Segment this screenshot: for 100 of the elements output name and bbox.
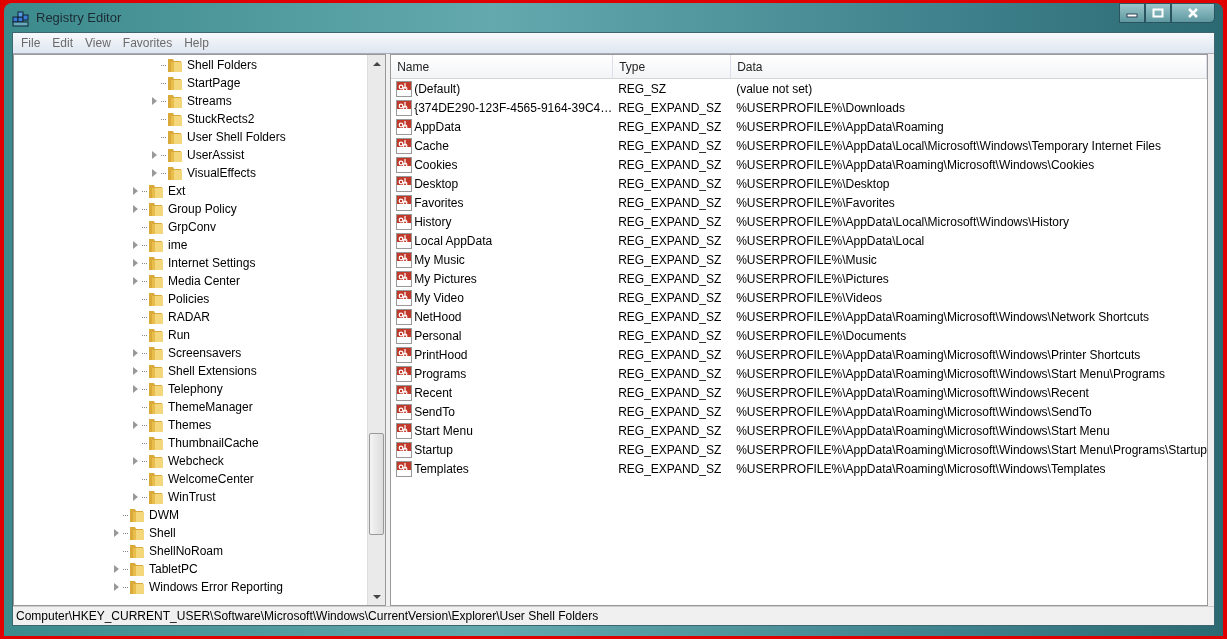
value-name[interactable]: Startup (414, 442, 453, 457)
tree-item[interactable]: Group Policy (167, 202, 238, 216)
tree-item[interactable]: WelcomeCenter (167, 472, 255, 486)
folder-icon (167, 75, 183, 91)
expand-arrow-icon[interactable] (133, 457, 138, 465)
expand-arrow-icon[interactable] (152, 169, 157, 177)
menu-item[interactable]: View (79, 36, 117, 50)
tree-item[interactable]: Shell Folders (186, 58, 259, 72)
tree-item[interactable]: Telephony (167, 382, 224, 396)
tree-item[interactable]: User Shell Folders (186, 130, 287, 144)
column-header[interactable]: Type (613, 55, 732, 78)
string-value-icon (396, 194, 413, 211)
value-name[interactable]: NetHood (414, 309, 462, 324)
expand-arrow-icon[interactable] (114, 583, 119, 591)
expand-arrow-icon[interactable] (114, 529, 119, 537)
string-value-icon (396, 175, 413, 192)
tree-item[interactable]: ime (167, 238, 189, 252)
value-name[interactable]: (Default) (414, 81, 461, 96)
folder-icon (148, 381, 164, 397)
value-name[interactable]: AppData (414, 119, 461, 134)
value-type: REG_EXPAND_SZ (618, 176, 722, 191)
folder-icon (129, 525, 145, 541)
expand-arrow-icon[interactable] (114, 565, 119, 573)
tree-item[interactable]: Media Center (167, 274, 242, 288)
string-value-icon (396, 118, 413, 135)
value-name[interactable]: Personal (414, 328, 462, 343)
tree-item[interactable]: ThemeManager (167, 400, 254, 414)
folder-icon (148, 183, 164, 199)
value-type: REG_EXPAND_SZ (618, 157, 722, 172)
value-type: REG_EXPAND_SZ (618, 100, 722, 115)
menu-item[interactable]: Help (178, 36, 215, 50)
value-name[interactable]: Cache (414, 138, 449, 153)
value-name[interactable]: Local AppData (414, 233, 493, 248)
expand-arrow-icon[interactable] (133, 367, 138, 375)
tree-item[interactable]: GrpConv (167, 220, 218, 234)
value-name[interactable]: My Pictures (414, 271, 477, 286)
tree-item[interactable]: Run (167, 328, 191, 342)
tree-item[interactable]: Ext (167, 184, 187, 198)
tree-item[interactable]: Webcheck (167, 454, 225, 468)
value-name[interactable]: History (414, 214, 452, 229)
column-header[interactable]: Name (391, 55, 614, 78)
value-data: %USERPROFILE%\AppData\Roaming\Microsoft\Windows\Network Shortcuts (736, 309, 1149, 324)
expand-arrow-icon[interactable] (133, 205, 138, 213)
tree-item[interactable]: StartPage (186, 76, 242, 90)
value-type: REG_EXPAND_SZ (618, 347, 722, 362)
expand-arrow-icon[interactable] (133, 187, 138, 195)
tree-item[interactable]: Themes (167, 418, 213, 432)
value-name[interactable]: Programs (414, 366, 467, 381)
tree-item[interactable]: Shell (148, 526, 177, 540)
value-name[interactable]: PrintHood (414, 347, 468, 362)
tree-item[interactable]: VisualEffects (186, 166, 257, 180)
value-name[interactable]: Desktop (414, 176, 459, 191)
tree-item[interactable]: Streams (186, 94, 233, 108)
expand-arrow-icon[interactable] (152, 97, 157, 105)
tree-item[interactable]: Screensavers (167, 346, 243, 360)
string-value-icon (396, 403, 413, 420)
expand-arrow-icon[interactable] (133, 421, 138, 429)
tree-item[interactable]: RADAR (167, 310, 211, 324)
tree-item[interactable]: StuckRects2 (186, 112, 256, 126)
expand-arrow-icon[interactable] (152, 151, 157, 159)
tree-item[interactable]: ShellNoRoam (148, 544, 225, 558)
value-data: %USERPROFILE%\AppData\Roaming\Microsoft\Windows\Printer Shortcuts (736, 347, 1141, 362)
menu-item[interactable]: File (15, 36, 47, 50)
tree-item[interactable]: Windows Error Reporting (148, 580, 285, 594)
tree-item[interactable]: TabletPC (148, 562, 199, 576)
scroll-thumb[interactable] (369, 433, 385, 535)
value-name[interactable]: Recent (414, 385, 453, 400)
tree-item[interactable]: WinTrust (167, 490, 217, 504)
tree-item[interactable]: ThumbnailCache (167, 436, 260, 450)
menu-item[interactable]: Edit (46, 36, 80, 50)
value-data: %USERPROFILE%\AppData\Roaming\Microsoft\Windows\Start Menu\Programs (736, 366, 1165, 381)
value-name[interactable]: My Video (414, 290, 464, 305)
string-value-icon (396, 384, 413, 401)
minimize-button[interactable] (1119, 3, 1145, 23)
value-name[interactable]: SendTo (414, 404, 455, 419)
scrollbar[interactable] (367, 55, 386, 605)
value-name[interactable]: Cookies (414, 157, 458, 172)
tree-item[interactable]: Policies (167, 292, 211, 306)
value-data: %USERPROFILE%\Pictures (736, 271, 889, 286)
value-name[interactable]: My Music (414, 252, 465, 267)
close-button[interactable] (1171, 3, 1215, 23)
tree-item[interactable]: UserAssist (186, 148, 246, 162)
expand-arrow-icon[interactable] (133, 259, 138, 267)
expand-arrow-icon[interactable] (133, 493, 138, 501)
value-name[interactable]: {374DE290-123F-4565-9164-39C4… (414, 100, 613, 115)
expand-arrow-icon[interactable] (133, 385, 138, 393)
value-name[interactable]: Favorites (414, 195, 464, 210)
value-name[interactable]: Start Menu (414, 423, 473, 438)
column-header[interactable]: Data (731, 55, 1207, 78)
expand-arrow-icon[interactable] (133, 349, 138, 357)
folder-icon (129, 561, 145, 577)
menu-item[interactable]: Favorites (116, 36, 179, 50)
tree-item[interactable]: Shell Extensions (167, 364, 258, 378)
tree-item[interactable]: DWM (148, 508, 180, 522)
folder-icon (148, 399, 164, 415)
tree-item[interactable]: Internet Settings (167, 256, 257, 270)
maximize-button[interactable] (1145, 3, 1171, 23)
value-name[interactable]: Templates (414, 461, 469, 476)
expand-arrow-icon[interactable] (133, 277, 138, 285)
expand-arrow-icon[interactable] (133, 241, 138, 249)
